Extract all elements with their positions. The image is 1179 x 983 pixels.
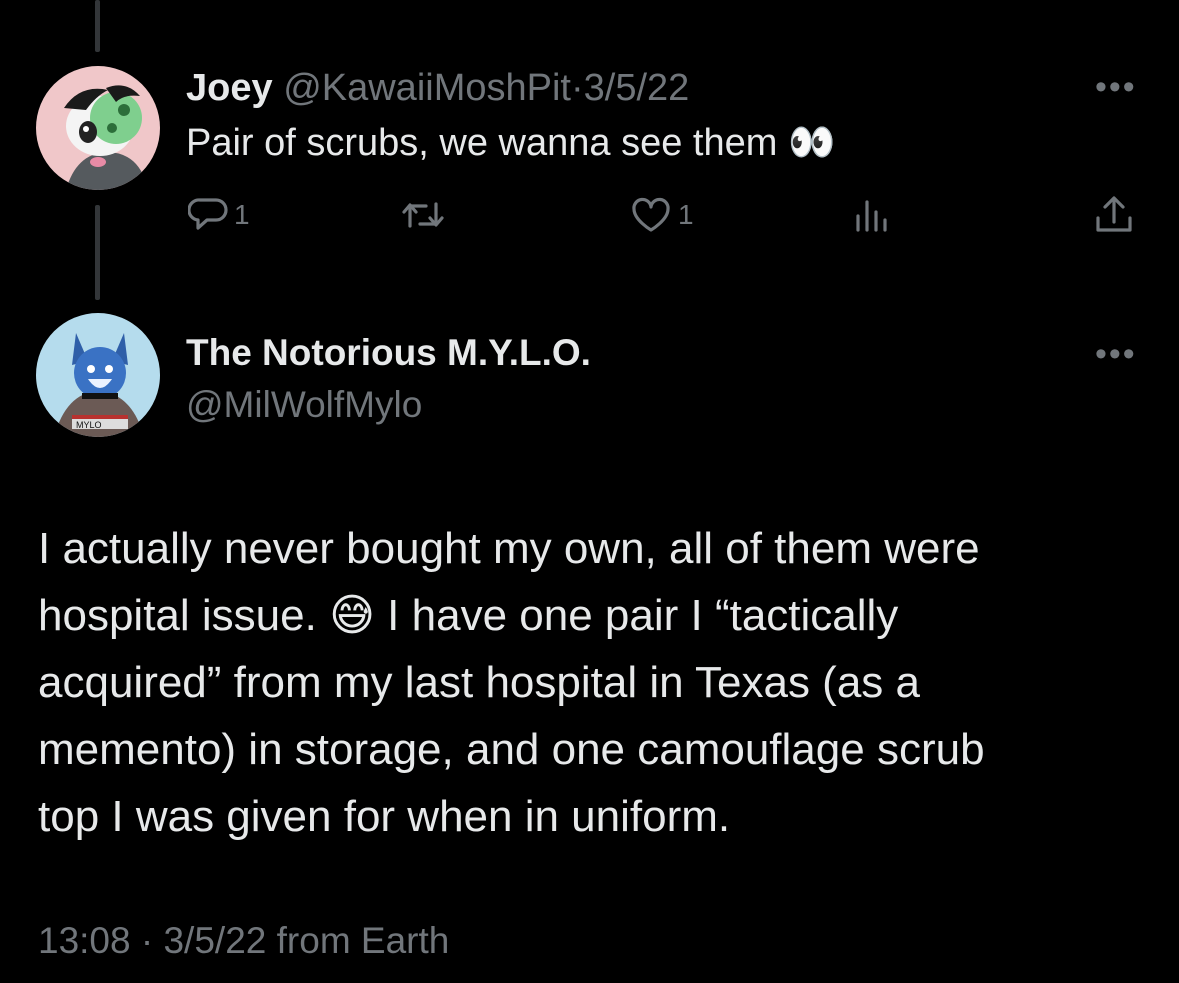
main-body: I actually never bought my own, all of t… [38, 515, 985, 850]
reply-display-name[interactable]: Joey [186, 67, 273, 109]
svg-text:MYLO: MYLO [76, 420, 102, 430]
like-count: 1 [678, 199, 694, 230]
reply-header: Joey @KawaiiMoshPit·3/5/22 [186, 65, 689, 111]
share-button[interactable] [1093, 194, 1135, 236]
tweet-date[interactable]: 3/5/22 [163, 920, 266, 961]
body-line-4: memento) in storage, and one camouflage … [38, 725, 985, 774]
reply-handle[interactable]: @KawaiiMoshPit [283, 67, 571, 109]
thread-line-bottom [95, 205, 100, 300]
body-line-2a: hospital issue. [38, 591, 317, 640]
avatar-mylo[interactable]: MYLO [36, 313, 160, 437]
tweet-source: from Earth [276, 920, 450, 961]
thread-line-top [95, 0, 100, 52]
retweet-button[interactable] [400, 196, 446, 234]
body-line-3: acquired” from my last hospital in Texas… [38, 658, 920, 707]
like-button[interactable]: 1 [630, 196, 694, 234]
share-icon [1093, 194, 1135, 236]
views-button[interactable] [854, 198, 890, 234]
like-icon [630, 196, 672, 234]
tweet-meta: 13:08 · 3/5/22 from Earth [38, 918, 449, 964]
retweet-icon [400, 196, 446, 234]
sweat-smile-emoji: 😅 [329, 591, 375, 640]
reply-button[interactable]: 1 [188, 196, 250, 234]
reply-date[interactable]: 3/5/22 [584, 67, 690, 109]
body-line-2: hospital issue. 😅 I have one pair I “tac… [38, 582, 985, 649]
reply-count: 1 [234, 199, 250, 230]
more-icon[interactable]: ••• [1095, 70, 1137, 104]
main-handle[interactable]: @MilWolfMylo [186, 382, 422, 428]
views-icon [854, 198, 890, 234]
avatar-joey[interactable] [36, 66, 160, 190]
body-line-5: top I was given for when in uniform. [38, 792, 731, 841]
more-icon[interactable]: ••• [1095, 337, 1137, 371]
body-line-1: I actually never bought my own, all of t… [38, 524, 980, 573]
meta-separator: · [140, 920, 154, 961]
eyes-emoji: 👀 [787, 122, 836, 164]
tweet-time[interactable]: 13:08 [38, 920, 131, 961]
reply-text-content: Pair of scrubs, we wanna see them [186, 122, 778, 164]
reply-icon [188, 196, 228, 234]
main-display-name[interactable]: The Notorious M.Y.L.O. [186, 330, 591, 376]
body-line-2b: I have one pair I “tactically [387, 591, 899, 640]
reply-separator: · [570, 67, 584, 109]
reply-text: Pair of scrubs, we wanna see them 👀 [186, 120, 835, 166]
